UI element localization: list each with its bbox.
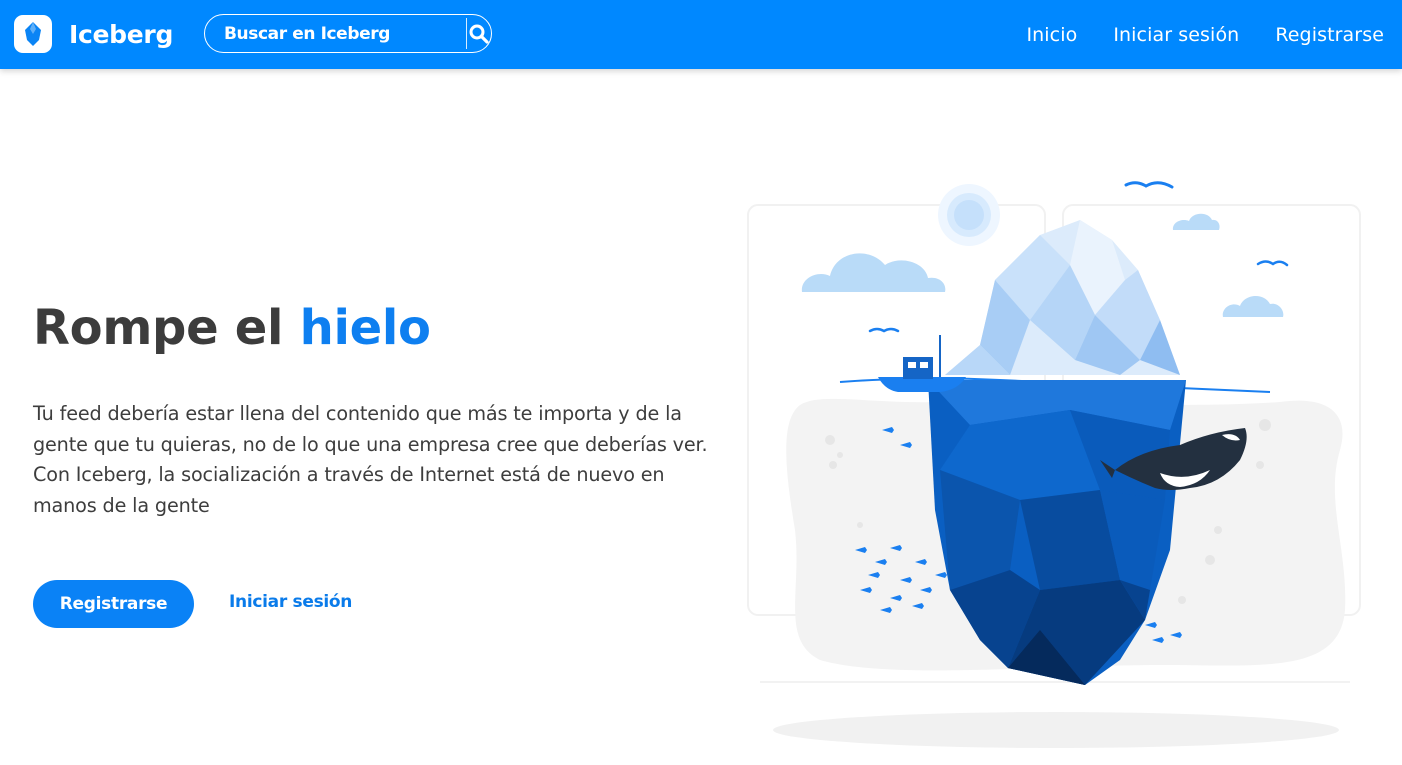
search-bar: [204, 14, 492, 53]
nav-link-inicio[interactable]: Inicio: [1026, 24, 1077, 46]
iceberg-logo-icon: [14, 15, 52, 53]
nav-links: Inicio Iniciar sesión Registrarse: [990, 0, 1384, 69]
nav-link-registrarse[interactable]: Registrarse: [1275, 24, 1384, 46]
search-button[interactable]: [467, 15, 491, 52]
hero-title-accent: hielo: [299, 300, 431, 356]
hero-title: Rompe el hielo: [33, 300, 431, 356]
brand-link[interactable]: Iceberg: [14, 14, 173, 54]
login-link[interactable]: Iniciar sesión: [229, 592, 352, 612]
hero-description: Tu feed debería estar llena del contenid…: [33, 402, 708, 517]
search-input[interactable]: [205, 15, 466, 52]
nav-link-iniciar-sesion[interactable]: Iniciar sesión: [1113, 24, 1239, 46]
register-button[interactable]: Registrarse: [33, 580, 194, 628]
iceberg-illustration: [747, 181, 1361, 748]
hero-title-prefix: Rompe el: [33, 300, 284, 356]
search-icon: [469, 24, 489, 44]
navbar: Iceberg Inicio Iniciar sesión Registrars…: [0, 0, 1402, 69]
brand-name: Iceberg: [69, 19, 174, 49]
